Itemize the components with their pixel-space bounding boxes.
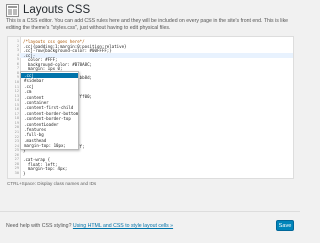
editor-hint: CTRL+Space: Display class names and IDs [7, 181, 97, 186]
code-line: } [23, 170, 26, 176]
line-number: 24 [14, 143, 19, 148]
line-number: 6 [16, 61, 19, 66]
autocomplete-item[interactable]: .full-bg [21, 132, 78, 137]
line-number: 9 [16, 75, 19, 80]
line-number: 12 [14, 89, 19, 94]
line-number: 19 [14, 120, 19, 125]
autocomplete-item[interactable]: margin-top: 10px; [21, 143, 78, 148]
layouts-css-icon [6, 3, 19, 17]
line-number: 22 [14, 134, 19, 139]
css-help-link[interactable]: Using HTML and CSS to style layout cells… [73, 223, 173, 229]
autocomplete-item[interactable]: .masthead [21, 138, 78, 143]
autocomplete-item[interactable]: .container [21, 100, 78, 105]
line-number: 20 [14, 125, 19, 130]
autocomplete-item[interactable]: .cm [21, 89, 78, 94]
line-number: 7 [16, 66, 19, 71]
line-number: 2 [16, 43, 19, 48]
footer-help: Need help with CSS styling? Using HTML a… [6, 223, 173, 229]
page-description: This is a CSS editor. You can add CSS ru… [6, 18, 289, 31]
line-number: 10 [14, 79, 19, 84]
line-number: 15 [14, 102, 19, 107]
page-header: Layouts CSS [6, 2, 90, 18]
code-line: .ccj- [20, 52, 293, 58]
line-number: 28 [14, 161, 19, 166]
line-number: 16 [14, 107, 19, 112]
line-number: 1 [16, 39, 19, 43]
line-number: 18 [14, 116, 19, 121]
save-button[interactable]: Save [276, 220, 294, 231]
autocomplete-item[interactable]: .ccj [21, 73, 78, 78]
line-number: 23 [14, 139, 19, 144]
autocomplete-item[interactable]: .content-first-child [21, 105, 78, 110]
line-number: 5 [16, 57, 19, 62]
autocomplete-item[interactable]: .content [21, 95, 78, 100]
line-number: 29 [14, 166, 19, 171]
line-number: 8 [16, 70, 19, 75]
autocomplete-item[interactable]: .content-border-bottom [21, 111, 78, 116]
autocomplete-dropdown[interactable]: .ccj #sidebar .ccj .cm .content .container .co… [20, 71, 79, 150]
line-number: 30 [14, 170, 19, 175]
line-number: 17 [14, 111, 19, 116]
code-line: margin-top: 4px; [23, 166, 68, 172]
line-number: 14 [14, 98, 19, 103]
line-number: 27 [14, 157, 19, 162]
line-number: 3 [16, 48, 19, 53]
line-number: 26 [14, 152, 19, 157]
autocomplete-item[interactable]: .contentLoader [21, 122, 78, 127]
divider [0, 211, 300, 212]
page-title: Layouts CSS [23, 4, 91, 16]
autocomplete-item[interactable]: #sidebar [21, 78, 78, 83]
line-number: 4 [16, 52, 19, 57]
autocomplete-item[interactable]: .features [21, 127, 78, 132]
autocomplete-item[interactable]: .content-border-top [21, 116, 78, 121]
line-number: 11 [14, 84, 19, 89]
line-number: 21 [14, 130, 19, 134]
footer-help-text: Need help with CSS styling? [6, 223, 72, 229]
line-number: 13 [14, 93, 19, 98]
autocomplete-item[interactable]: .ccj [21, 84, 78, 89]
line-number: 25 [14, 148, 19, 153]
